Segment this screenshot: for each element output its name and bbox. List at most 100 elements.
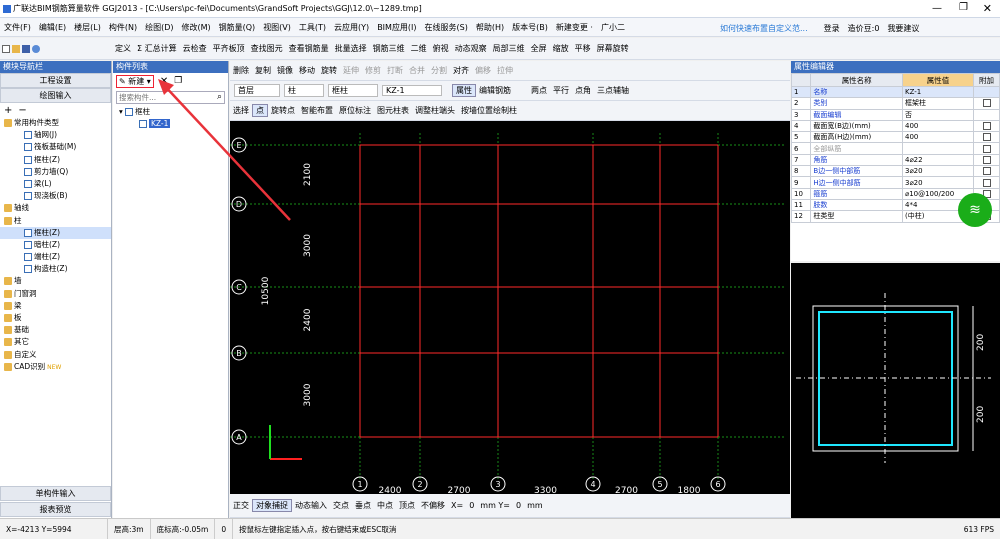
expand-all-icon[interactable]: + — [4, 105, 12, 116]
extra-checkbox[interactable] — [982, 99, 991, 108]
snap-item-8[interactable]: X= — [448, 501, 466, 510]
property-value[interactable]: 3⌀20 — [901, 165, 975, 178]
property-row[interactable]: 9 H边一侧中部筋 3⌀20 — [790, 176, 1000, 189]
report-preview-button[interactable]: 报表预览 — [0, 502, 111, 517]
point-angle-button[interactable]: 点角 — [572, 85, 594, 96]
menu-item-2[interactable]: 楼层(L) — [70, 22, 105, 33]
toolbar-btn-1[interactable]: Σ 汇总计算 — [134, 43, 180, 54]
property-value[interactable]: 框架柱 — [901, 97, 975, 110]
tree-node[interactable]: 基础 — [0, 324, 111, 336]
tree-node[interactable]: 柱 — [0, 215, 111, 227]
toolbar-btn-2[interactable]: 云检查 — [180, 43, 210, 54]
property-row[interactable]: 8 B边一侧中部筋 3⌀20 — [790, 165, 1000, 178]
snap-item-7[interactable]: 不偏移 — [418, 500, 448, 511]
draw-btn-5[interactable]: 图元柱表 — [374, 105, 412, 116]
close-button[interactable]: ✕ — [983, 2, 992, 15]
edit-btn-11[interactable]: 偏移 — [472, 65, 494, 76]
tree-node[interactable]: 梁(L) — [0, 178, 111, 190]
single-component-input-button[interactable]: 单构件输入 — [0, 486, 111, 501]
snap-item-4[interactable]: 垂点 — [352, 500, 374, 511]
property-value[interactable]: 否 — [901, 108, 975, 121]
snap-item-3[interactable]: 交点 — [330, 500, 352, 511]
collapse-all-icon[interactable]: − — [18, 105, 26, 116]
toolbar-btn-10[interactable]: 动态观察 — [452, 43, 490, 54]
menu-item-3[interactable]: 构件(N) — [105, 22, 141, 33]
menu-item-4[interactable]: 绘图(D) — [141, 22, 177, 33]
extra-checkbox[interactable] — [982, 178, 991, 187]
property-row[interactable]: 2 类别 框架柱 — [790, 97, 1000, 110]
menu-item-7[interactable]: 视图(V) — [259, 22, 295, 33]
menu-item-9[interactable]: 云应用(Y) — [330, 22, 373, 33]
edit-btn-9[interactable]: 分割 — [428, 65, 450, 76]
tree-node[interactable]: 框柱(Z) — [0, 154, 111, 166]
draw-btn-7[interactable]: 按墙位置绘制柱 — [458, 105, 520, 116]
name-select[interactable]: KZ-1 — [382, 85, 442, 96]
undo-icon[interactable] — [32, 45, 40, 53]
tree-node[interactable]: 轴网(J) — [0, 129, 111, 141]
extra-checkbox[interactable] — [982, 167, 991, 176]
property-button[interactable]: 属性 — [452, 84, 476, 97]
snap-item-6[interactable]: 顶点 — [396, 500, 418, 511]
new-file-icon[interactable] — [2, 45, 10, 53]
toolbar-btn-11[interactable]: 局部三维 — [490, 43, 528, 54]
tree-node[interactable]: 端柱(Z) — [0, 251, 111, 263]
draw-btn-6[interactable]: 调整柱端头 — [412, 105, 458, 116]
menu-item-13[interactable]: 版本号(B) — [508, 22, 552, 33]
snap-item-11[interactable]: 0 — [513, 501, 524, 510]
extra-checkbox[interactable] — [982, 133, 991, 142]
toolbar-btn-3[interactable]: 平齐板顶 — [210, 43, 248, 54]
property-row[interactable]: 1 名称 KZ-1 — [790, 85, 1000, 99]
property-value[interactable]: 400 — [901, 119, 975, 133]
toolbar-btn-4[interactable]: 查找图元 — [248, 43, 286, 54]
menu-item-11[interactable]: 在线服务(S) — [421, 22, 472, 33]
tree-node[interactable]: 筏板基础(M) — [0, 141, 111, 153]
drawing-input-button[interactable]: 绘图输入 — [0, 88, 111, 103]
property-row[interactable]: 6 全部纵筋 — [790, 142, 1000, 155]
parallel-button[interactable]: 平行 — [550, 85, 572, 96]
maximize-button[interactable]: ❐ — [959, 2, 968, 13]
menu-item-0[interactable]: 文件(F) — [0, 22, 35, 33]
tree-node[interactable]: 自定义 — [0, 349, 111, 361]
extra-checkbox[interactable] — [982, 144, 991, 153]
toolbar-btn-13[interactable]: 缩放 — [550, 43, 572, 54]
tree-node[interactable]: 其它 — [0, 336, 111, 348]
snap-item-12[interactable]: mm — [524, 501, 546, 510]
menu-item-10[interactable]: BIM应用(I) — [373, 22, 420, 33]
open-file-icon[interactable] — [12, 45, 20, 53]
property-row[interactable]: 5 截面高(H边)(mm) 400 — [790, 131, 1000, 144]
tree-node[interactable]: 门窗洞 — [0, 288, 111, 300]
tip-link[interactable]: 如何快速布置自定义范... — [720, 23, 808, 34]
edit-btn-8[interactable]: 合并 — [406, 65, 428, 76]
snap-item-9[interactable]: 0 — [466, 501, 477, 510]
new-component-button[interactable]: ✎ 新建 ▾ — [116, 74, 154, 88]
edit-btn-12[interactable]: 拉伸 — [494, 65, 516, 76]
toolbar-btn-6[interactable]: 批量选择 — [332, 43, 370, 54]
property-value[interactable]: 400 — [901, 131, 975, 144]
edit-rebar-button[interactable]: 编辑钢筋 — [476, 85, 514, 96]
snap-item-5[interactable]: 中点 — [374, 500, 396, 511]
property-row[interactable]: 4 截面宽(B边)(mm) 400 — [790, 119, 1000, 133]
property-value[interactable]: KZ-1 — [901, 85, 975, 99]
edit-btn-7[interactable]: 打断 — [384, 65, 406, 76]
three-point-axis-button[interactable]: 三点辅轴 — [594, 85, 632, 96]
edit-btn-10[interactable]: 对齐 — [450, 65, 472, 76]
tree-node[interactable]: 梁 — [0, 300, 111, 312]
tree-node[interactable]: 板 — [0, 312, 111, 324]
extra-checkbox[interactable] — [982, 122, 991, 131]
snap-item-0[interactable]: 正交 — [230, 500, 252, 511]
edit-btn-4[interactable]: 旋转 — [318, 65, 340, 76]
menu-item-6[interactable]: 钢筋量(Q) — [215, 22, 260, 33]
menu-item-8[interactable]: 工具(T) — [295, 22, 330, 33]
two-point-button[interactable]: 两点 — [528, 85, 550, 96]
edit-btn-5[interactable]: 延伸 — [340, 65, 362, 76]
toolbar-btn-9[interactable]: 俯视 — [430, 43, 452, 54]
minimize-button[interactable]: — — [932, 3, 942, 14]
property-row[interactable]: 3 截面编辑否 — [790, 108, 1000, 121]
menu-item-14[interactable]: 新建变更 · — [552, 22, 597, 33]
menu-item-15[interactable]: 广小二 — [597, 22, 629, 33]
tree-node[interactable]: 轴线 — [0, 202, 111, 214]
tree-node[interactable]: 常用构件类型 — [0, 117, 111, 129]
extra-checkbox[interactable] — [982, 155, 991, 164]
toolbar-btn-5[interactable]: 查看钢筋量 — [286, 43, 332, 54]
wifi-badge[interactable]: ≋ — [958, 193, 992, 227]
